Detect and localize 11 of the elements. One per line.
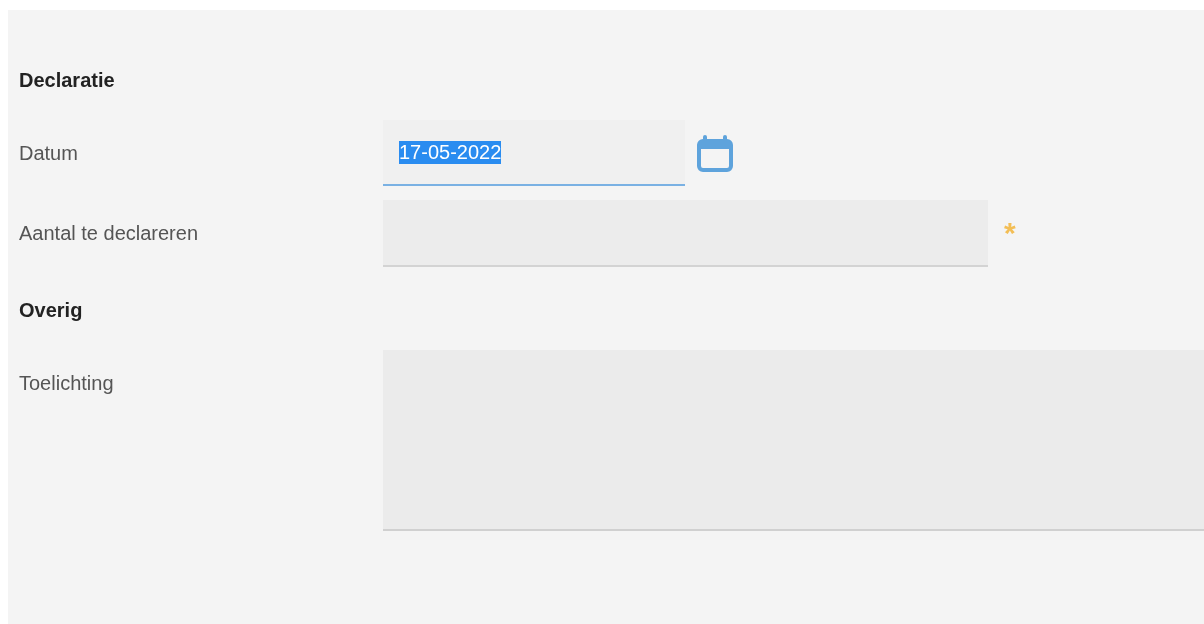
input-field[interactable] bbox=[383, 200, 988, 267]
field-label: Aantal te declareren bbox=[19, 221, 199, 246]
date-field[interactable]: 17-05-2022 bbox=[383, 120, 685, 186]
section-heading: Declaratie bbox=[19, 68, 115, 93]
text-area[interactable] bbox=[383, 350, 1204, 531]
field-label: Datum bbox=[19, 141, 79, 166]
calendar-icon[interactable] bbox=[696, 135, 734, 173]
field-label: Toelichting bbox=[19, 371, 115, 396]
section-heading: Overig bbox=[19, 298, 83, 323]
date-value: 17-05-2022 bbox=[399, 140, 502, 164]
required-mark: * bbox=[1004, 218, 1016, 248]
